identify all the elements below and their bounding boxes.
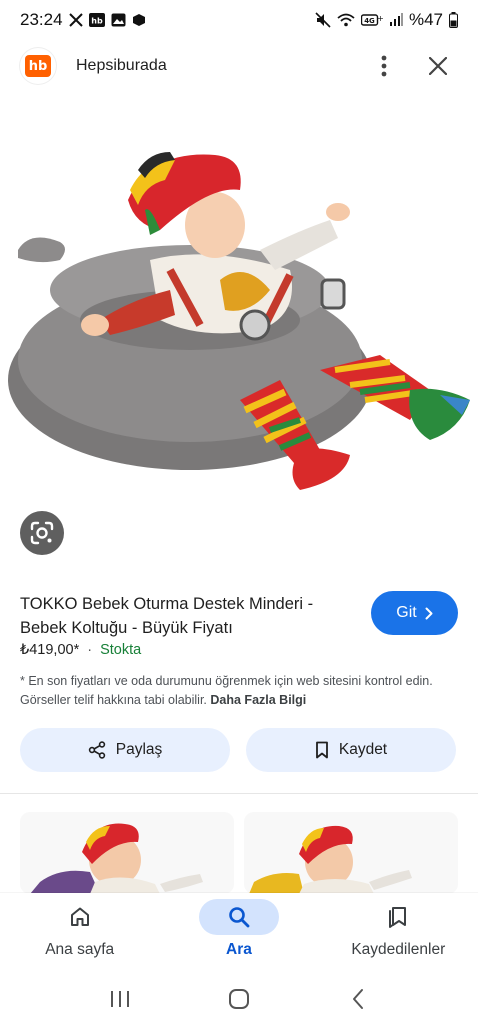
close-icon — [429, 57, 447, 75]
system-navigation-bar — [0, 973, 478, 1024]
back-button[interactable] — [333, 979, 383, 1019]
stock-status: Stokta — [100, 642, 142, 658]
home-circle-icon — [228, 988, 249, 1009]
save-label: Kaydet — [338, 741, 388, 758]
share-icon — [88, 741, 105, 759]
more-info-link[interactable]: Daha Fazla Bilgi — [210, 693, 306, 707]
separator-dot: · — [87, 642, 93, 658]
share-label: Paylaş — [115, 741, 163, 758]
more-options-button[interactable] — [364, 46, 404, 86]
wifi-icon — [337, 13, 355, 27]
battery-percent: %47 — [408, 10, 443, 29]
product-title: TOKKO Bebek Oturma Destek Minderi - Bebe… — [20, 595, 314, 637]
baby-seat-illustration — [8, 152, 470, 490]
related-thumbnail-2 — [249, 825, 412, 894]
go-to-site-button[interactable]: Git — [371, 591, 458, 635]
status-bar: 23:24 hb 4G + %47 — [0, 0, 478, 40]
search-icon — [229, 907, 250, 928]
signal-icon — [389, 13, 403, 27]
status-left: 23:24 hb — [20, 10, 146, 30]
bottom-navigation: Ana sayfa Ara Kaydedilenler — [0, 893, 478, 973]
nav-home-label: Ana sayfa — [45, 941, 115, 958]
hb-notification-icon: hb — [88, 13, 105, 27]
chevron-right-icon — [425, 607, 433, 619]
recents-icon — [110, 990, 129, 1007]
gallery-icon — [111, 13, 126, 27]
share-button[interactable]: Paylaş — [20, 728, 230, 772]
lens-icon — [30, 521, 54, 545]
mute-icon — [315, 12, 331, 28]
related-image-1[interactable] — [20, 812, 234, 894]
status-right: 4G + %47 — [315, 10, 458, 30]
nav-search-label: Ara — [226, 941, 252, 958]
svg-text:hb: hb — [91, 17, 103, 26]
svg-text:+: + — [377, 14, 383, 23]
nav-saved-pill — [358, 899, 438, 935]
x-app-icon — [68, 13, 83, 27]
home-system-button[interactable] — [214, 979, 264, 1019]
product-price: ₺419,00* — [20, 642, 80, 658]
go-button-label: Git — [396, 604, 417, 621]
close-button[interactable] — [418, 46, 458, 86]
price-disclaimer: * En son fiyatları ve oda durumunu öğren… — [20, 672, 460, 710]
nav-home-pill — [40, 899, 120, 935]
battery-icon — [449, 12, 458, 28]
related-image-2[interactable] — [244, 812, 458, 894]
nav-saved-label: Kaydedilenler — [351, 941, 446, 958]
hepsiburada-logo-icon: hb — [25, 55, 51, 77]
nav-search-pill — [198, 899, 279, 935]
nav-home[interactable]: Ana sayfa — [5, 899, 155, 959]
clock: 23:24 — [20, 10, 63, 29]
box-icon — [132, 13, 146, 27]
more-vert-icon — [381, 55, 387, 77]
home-icon — [70, 907, 89, 926]
price-row: ₺419,00* · Stokta — [20, 642, 141, 658]
site-name: Hepsiburada — [76, 57, 167, 74]
header: hb Hepsiburada — [0, 42, 478, 90]
google-lens-button[interactable] — [20, 511, 64, 555]
site-logo[interactable]: hb — [20, 48, 56, 84]
recent-apps-button[interactable] — [95, 979, 145, 1019]
svg-text:4G: 4G — [364, 17, 375, 25]
bookmark-icon — [315, 741, 328, 759]
nav-search[interactable]: Ara — [164, 899, 314, 959]
save-button[interactable]: Kaydet — [246, 728, 456, 772]
lte-icon: 4G + — [360, 13, 383, 27]
nav-saved[interactable]: Kaydedilenler — [323, 899, 473, 959]
divider — [0, 793, 478, 794]
back-icon — [353, 988, 364, 1009]
saved-icon — [389, 907, 407, 928]
related-thumbnail-1 — [30, 823, 203, 894]
product-image[interactable] — [0, 130, 478, 530]
